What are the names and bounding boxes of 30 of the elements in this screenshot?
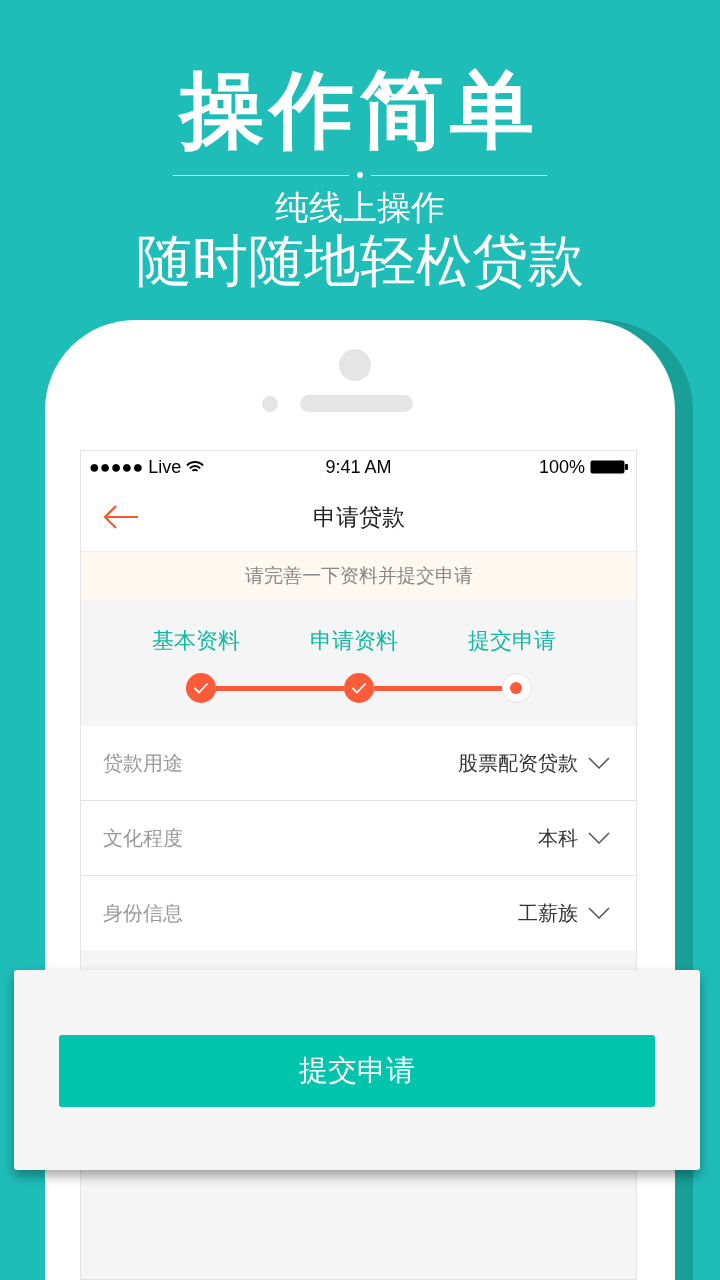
chevron-down-icon: [588, 832, 610, 844]
field-label: 贷款用途: [103, 749, 184, 777]
battery-icon: [590, 460, 628, 474]
back-arrow-icon[interactable]: [102, 504, 140, 530]
field-label: 身份信息: [103, 899, 184, 927]
status-time: 9:41 AM: [325, 456, 392, 478]
divider-dot-icon: [357, 172, 363, 178]
field-value: 股票配资贷款: [458, 749, 578, 777]
step-label: 基本资料: [151, 627, 241, 655]
notice-banner: 请完善一下资料并提交申请: [81, 552, 636, 600]
step-label: 提交申请: [467, 627, 557, 655]
chevron-down-icon: [588, 757, 610, 769]
form-row[interactable]: 文化程度 本科: [81, 801, 636, 876]
chevron-down-icon: [588, 907, 610, 919]
tagline: 随时随地轻松贷款: [136, 228, 584, 294]
subtitle: 纯线上操作: [275, 186, 445, 228]
sensor-icon: [262, 395, 278, 412]
carrier-label: ●●●●● Live: [89, 456, 182, 478]
field-value: 本科: [538, 824, 578, 852]
step-label: 申请资料: [309, 627, 399, 655]
wifi-icon: [186, 460, 205, 474]
field-label: 文化程度: [103, 824, 184, 852]
battery-label: 100%: [538, 456, 585, 478]
form-row[interactable]: 身份信息 工薪族: [81, 876, 636, 950]
camera-icon: [339, 349, 371, 381]
field-value: 工薪族: [518, 899, 578, 927]
form-row[interactable]: 贷款用途 股票配资贷款: [81, 726, 636, 801]
speaker-icon: [300, 395, 413, 412]
screen-title: 申请贷款: [312, 502, 405, 532]
headline: 操作简单: [180, 62, 540, 158]
